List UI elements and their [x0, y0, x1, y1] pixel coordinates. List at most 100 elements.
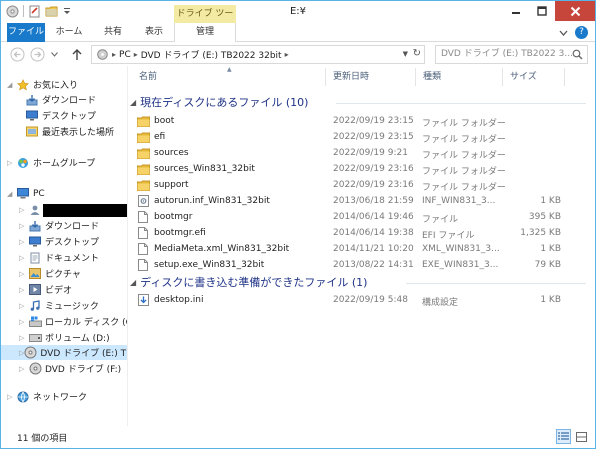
properties-icon[interactable] [28, 4, 42, 18]
music-icon [28, 299, 42, 312]
table-row[interactable]: sources 2022/09/19 9:21 ファイル フォルダー [136, 145, 584, 161]
status-bar: 11 個の項目 [1, 426, 595, 448]
nav-item-pc-desktop[interactable]: ▷ デスクトップ [19, 234, 99, 249]
nav-item-dvd-drive-f[interactable]: ▷ DVD ドライブ (F:) [19, 361, 121, 376]
address-bar[interactable]: ▸ PC ▸ DVD ドライブ (E:) TB2022 32bit ▸ ▼ ↻ [91, 45, 425, 64]
drive-icon[interactable] [5, 4, 19, 18]
column-header-date[interactable]: 更新日時 [327, 66, 417, 88]
table-row[interactable]: support 2022/09/19 23:16 ファイル フォルダー [136, 177, 584, 193]
expand-arrow-icon[interactable]: ▷ [19, 238, 28, 246]
navigation-pane: ◢ お気に入り ダウンロード デスクトップ 最近表示した場所 ▷ ホームグループ… [1, 66, 127, 426]
table-row[interactable]: MediaMeta.xml_Win831_32bit 2014/11/21 10… [136, 241, 584, 257]
nav-item-pictures[interactable]: ▷ ピクチャ [19, 266, 81, 281]
expand-arrow-icon[interactable]: ▷ [19, 206, 28, 214]
expand-arrow-icon[interactable]: ▷ [7, 159, 16, 167]
expand-arrow-icon[interactable]: ▷ [19, 318, 28, 326]
explorer-window: ドライブ ツール E:¥ ファイル ホーム 共有 表示 管理 ? [0, 0, 596, 449]
tab-home[interactable]: ホーム [47, 23, 91, 42]
nav-item-downloads[interactable]: ダウンロード [25, 92, 96, 107]
hard-drive-icon [28, 332, 42, 344]
close-button[interactable] [555, 1, 595, 21]
column-header-size[interactable]: サイズ [504, 66, 564, 88]
chevron-down-icon[interactable]: ▼ [403, 50, 408, 58]
new-folder-icon[interactable] [44, 4, 58, 18]
help-icon[interactable]: ? [575, 26, 588, 39]
table-row[interactable]: desktop.ini 2022/09/19 5:48 構成設定 1 KB [136, 292, 584, 308]
file-type: ファイル フォルダー [422, 151, 506, 161]
expand-arrow-icon[interactable]: ▷ [19, 302, 28, 310]
expand-arrow-icon[interactable]: ▷ [19, 334, 28, 342]
documents-icon [28, 252, 42, 264]
nav-item-documents[interactable]: ▷ ドキュメント [19, 250, 99, 265]
dvd-drive-icon [24, 346, 37, 359]
nav-item-local-disk-c[interactable]: ▷ ローカル ディスク (C:) [19, 314, 127, 329]
table-row[interactable]: autorun.inf_Win831_32bit 2013/06/18 21:5… [136, 193, 584, 209]
expand-ribbon-icon[interactable] [557, 27, 569, 39]
large-icons-view-button[interactable] [574, 429, 589, 444]
tab-share[interactable]: 共有 [93, 23, 133, 42]
tab-manage[interactable]: 管理 [174, 23, 236, 42]
recent-locations-button[interactable] [49, 46, 59, 62]
search-input[interactable]: DVD ドライブ (E:) TB2022 3... [435, 45, 588, 64]
column-header-type[interactable]: 種類 [417, 66, 501, 88]
file-name: sources_Win831_32bit [154, 164, 255, 174]
table-row[interactable]: bootmgr.efi 2014/06/14 19:38 EFI ファイル 1,… [136, 225, 584, 241]
group-header-current-files[interactable]: ◢ 現在ディスクにあるファイル (10) [130, 94, 308, 110]
details-view-button[interactable] [556, 429, 571, 444]
nav-label: ピクチャ [45, 270, 81, 280]
collapse-arrow-icon[interactable]: ◢ [7, 81, 16, 89]
search-icon [572, 49, 583, 60]
folder-icon [136, 115, 150, 127]
table-row[interactable]: boot 2022/09/19 23:15 ファイル フォルダー [136, 113, 584, 129]
breadcrumb-pc[interactable]: PC [119, 50, 131, 60]
table-row[interactable]: sources_Win831_32bit 2022/09/19 23:16 ファ… [136, 161, 584, 177]
group-header-ready-to-write[interactable]: ◢ ディスクに書き込む準備ができたファイル (1) [130, 274, 367, 290]
back-button[interactable] [9, 46, 25, 62]
modified-date: 2013/06/18 21:59 [333, 196, 414, 206]
column-divider[interactable] [502, 68, 503, 86]
chevron-down-icon[interactable] [60, 4, 74, 18]
nav-label: デスクトップ [42, 112, 97, 122]
nav-item-user-folder[interactable]: ▷ [19, 202, 45, 217]
expand-arrow-icon[interactable]: ▷ [19, 222, 28, 230]
refresh-icon[interactable]: ↻ [413, 48, 421, 59]
expand-arrow-icon[interactable]: ▷ [19, 365, 28, 373]
up-button[interactable] [69, 46, 85, 62]
column-divider[interactable] [415, 68, 416, 86]
table-row[interactable]: efi 2022/09/19 23:15 ファイル フォルダー [136, 129, 584, 145]
tab-view[interactable]: 表示 [135, 23, 173, 42]
table-row[interactable]: bootmgr 2014/06/14 19:46 ファイル 395 KB [136, 209, 584, 225]
nav-item-recent-places[interactable]: 最近表示した場所 [25, 124, 114, 139]
nav-item-dvd-drive-e[interactable]: ▷ DVD ドライブ (E:) TB [1, 345, 127, 360]
expand-arrow-icon[interactable]: ▷ [19, 286, 28, 294]
forward-button[interactable] [29, 46, 45, 62]
maximize-button[interactable] [529, 1, 555, 21]
minimize-button[interactable] [503, 1, 529, 21]
nav-item-homegroup[interactable]: ▷ ホームグループ [7, 155, 95, 170]
expand-arrow-icon[interactable]: ▷ [19, 254, 28, 262]
videos-icon [28, 284, 42, 296]
expand-arrow-icon[interactable]: ▷ [7, 393, 16, 401]
breadcrumb-separator-icon: ▸ [112, 50, 117, 59]
file-name: autorun.inf_Win831_32bit [154, 196, 270, 206]
collapse-arrow-icon[interactable]: ◢ [7, 190, 16, 198]
column-divider[interactable] [325, 68, 326, 86]
nav-item-pc[interactable]: ◢ PC [7, 186, 45, 201]
file-name: sources [154, 148, 189, 158]
column-divider[interactable] [564, 68, 565, 86]
nav-item-favorites[interactable]: ◢ お気に入り [7, 77, 78, 92]
windows-drive-icon [28, 316, 42, 328]
tab-file[interactable]: ファイル [7, 23, 45, 42]
nav-item-desktop[interactable]: デスクトップ [25, 108, 96, 123]
nav-item-network[interactable]: ▷ ネットワーク [7, 389, 87, 404]
breadcrumb-dvd-drive[interactable]: DVD ドライブ (E:) TB2022 32bit [141, 48, 282, 61]
nav-item-pc-downloads[interactable]: ▷ ダウンロード [19, 218, 99, 233]
expand-arrow-icon[interactable]: ▷ [19, 270, 28, 278]
table-row[interactable]: setup.exe_Win831_32bit 2013/08/22 14:31 … [136, 257, 584, 273]
title-bar: ドライブ ツール E:¥ [1, 1, 595, 37]
collapse-arrow-icon: ◢ [130, 277, 137, 287]
nav-item-videos[interactable]: ▷ ビデオ [19, 282, 72, 297]
nav-item-music[interactable]: ▷ ミュージック [19, 298, 99, 313]
star-icon [16, 78, 30, 91]
nav-item-volume-d[interactable]: ▷ ボリューム (D:) [19, 330, 110, 345]
